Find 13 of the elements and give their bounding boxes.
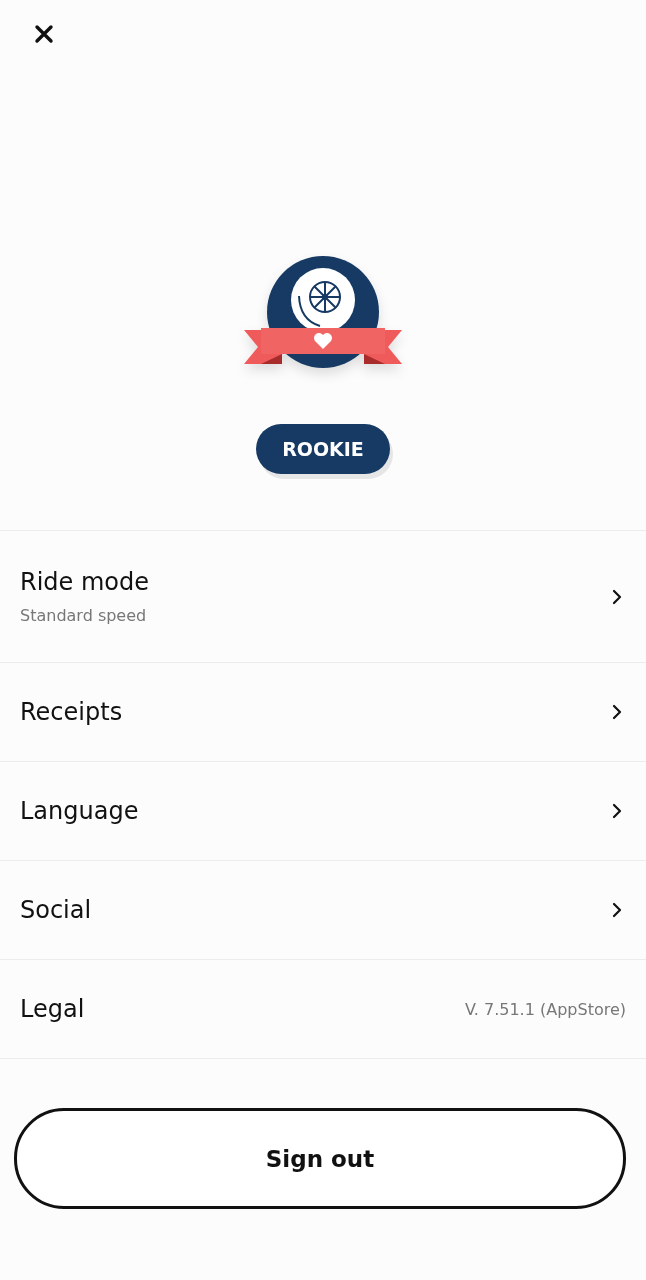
version-text: V. 7.51.1 (AppStore) xyxy=(464,999,626,1019)
menu-item-title[interactable]: Receipts xyxy=(20,698,123,726)
chevron-right-icon[interactable] xyxy=(612,902,622,918)
menu-item-subtitle: Standard speed xyxy=(20,606,148,625)
menu-item-title: Legal xyxy=(20,995,85,1023)
menu-item-title[interactable]: Social xyxy=(20,896,92,924)
sign-out-button[interactable]: Sign out xyxy=(14,1108,626,1209)
menu-item-title[interactable]: Ride mode xyxy=(20,568,150,596)
close-icon[interactable] xyxy=(34,24,54,44)
chevron-right-icon[interactable] xyxy=(612,588,622,605)
chevron-right-icon[interactable] xyxy=(612,704,622,720)
menu-item-title[interactable]: Language xyxy=(20,797,139,825)
chevron-right-icon[interactable] xyxy=(612,803,622,819)
